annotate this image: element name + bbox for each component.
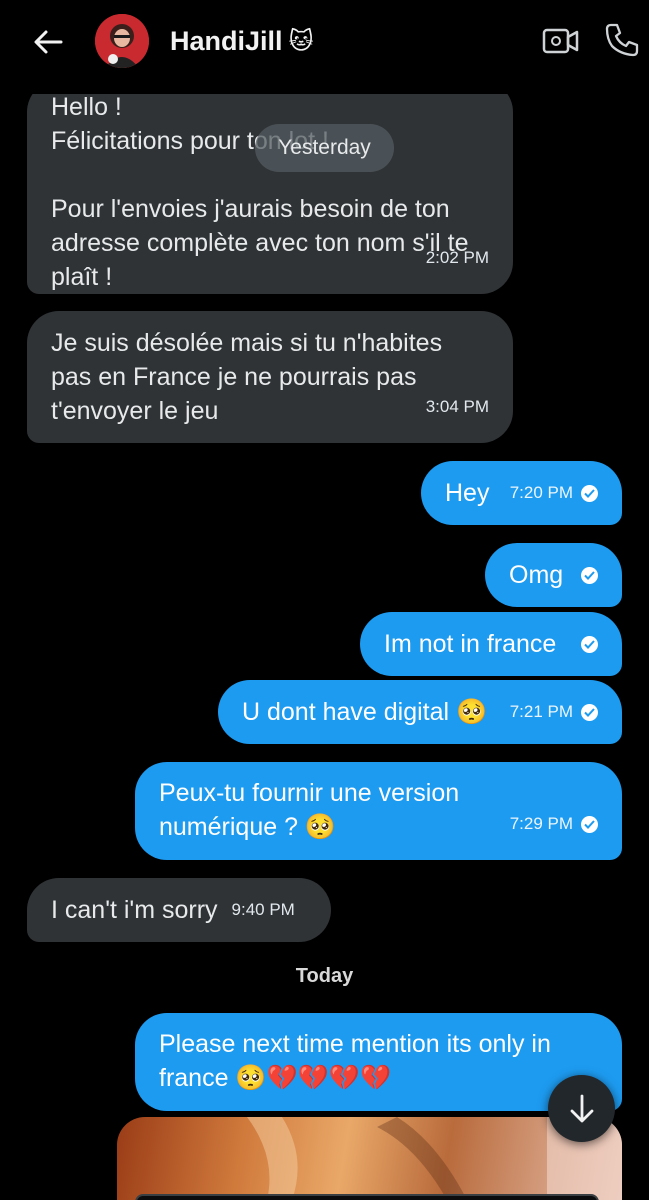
arrow-left-icon: [34, 30, 63, 54]
read-receipt-icon: [581, 566, 598, 584]
back-button[interactable]: [28, 22, 68, 62]
message-time: 7:29 PM: [509, 814, 573, 833]
arrow-down-icon: [570, 1094, 593, 1122]
message-bubble[interactable]: U dont have digital 🥺 7:21 PM: [218, 680, 622, 744]
message-bubble[interactable]: Im not in france: [360, 612, 622, 676]
video-call-icon: [542, 28, 579, 54]
date-divider-today: Today: [295, 965, 354, 987]
message-text: Je suis désolée mais si tu n'habites pas…: [51, 329, 450, 425]
contact-title[interactable]: HandiJill 🐱: [170, 24, 314, 58]
message-time: 7:20 PM: [509, 483, 573, 502]
phone-icon: [605, 23, 639, 57]
avatar[interactable]: [95, 14, 149, 68]
message-bubble[interactable]: I can't i'm sorry 9:40 PM: [27, 878, 331, 942]
message-time: 7:21 PM: [509, 702, 573, 721]
date-divider-yesterday: Yesterday: [255, 124, 394, 172]
chat-header: HandiJill 🐱: [0, 0, 649, 94]
message-text: Hey: [445, 479, 490, 507]
message-text: Hello ! Félicitations pour ton lot ! Pou…: [51, 93, 469, 291]
read-receipt-icon: [581, 815, 598, 833]
video-call-button[interactable]: [542, 24, 580, 58]
cat-emoji: 🐱: [288, 27, 314, 55]
read-receipt-icon: [581, 635, 598, 653]
message-text: Please next time mention its only in fra…: [159, 1030, 558, 1092]
message-list[interactable]: Hello ! Félicitations pour ton lot ! Pou…: [0, 0, 649, 1200]
message-bubble[interactable]: Hey 7:20 PM: [421, 461, 622, 525]
message-bubble[interactable]: Omg: [485, 543, 622, 607]
voice-call-button[interactable]: [604, 22, 640, 58]
message-bubble[interactable]: Hello ! Félicitations pour ton lot ! Pou…: [27, 80, 513, 294]
message-text: Omg: [509, 561, 564, 589]
message-time: 9:40 PM: [231, 900, 295, 919]
message-text: Im not in france: [384, 630, 557, 658]
message-time: 2:02 PM: [425, 248, 489, 267]
read-receipt-icon: [581, 703, 598, 721]
composer-box[interactable]: [135, 1194, 599, 1200]
message-text: Peux-tu fournir une version numérique ? …: [159, 779, 467, 841]
message-text: U dont have digital 🥺: [242, 698, 488, 726]
message-text: I can't i'm sorry: [51, 896, 218, 924]
read-receipt-icon: [581, 484, 598, 502]
contact-name: HandiJill: [170, 25, 283, 56]
scroll-to-bottom-button[interactable]: [548, 1075, 615, 1142]
image-attachment[interactable]: [117, 1117, 622, 1200]
message-bubble[interactable]: Peux-tu fournir une version numérique ? …: [135, 762, 622, 860]
message-time: 3:04 PM: [425, 397, 489, 416]
message-bubble[interactable]: Je suis désolée mais si tu n'habites pas…: [27, 311, 513, 443]
